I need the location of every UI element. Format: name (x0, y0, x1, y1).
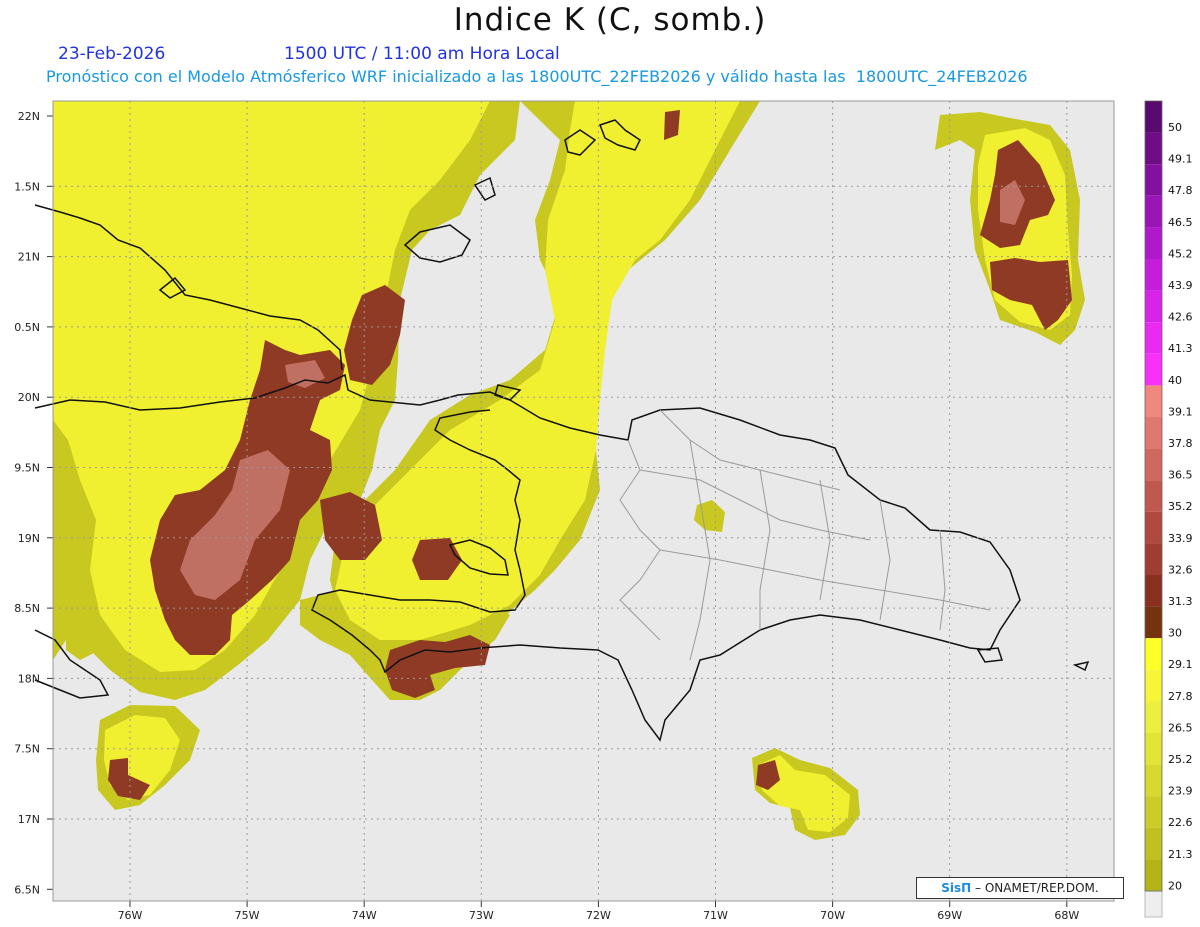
colorbar-label: 25.2 (1168, 753, 1193, 766)
colorbar-swatch (1145, 796, 1162, 828)
colorbar-swatch (1145, 827, 1162, 860)
colorbar-swatch (1145, 227, 1162, 259)
longitude-axis: 76W 75W 74W 73W 72W 71W 70W 69W 68W (118, 901, 1079, 922)
lon-label: 72W (586, 909, 611, 922)
colorbar-swatch (1145, 606, 1162, 639)
lat-label: 7.5N (14, 743, 40, 756)
colorbar-label: 21.3 (1168, 848, 1193, 861)
lat-label: 18N (18, 672, 40, 685)
colorbar-label: 30 (1168, 627, 1182, 640)
colorbar-label: 49.1 (1168, 153, 1193, 166)
colorbar-label: 37.8 (1168, 437, 1193, 450)
colorbar-swatch (1145, 353, 1162, 386)
lat-label: 0.5N (14, 321, 40, 334)
colorbar-label: 50 (1168, 121, 1182, 134)
colorbar-swatch (1145, 480, 1162, 512)
lat-label: 19N (18, 532, 40, 545)
colorbar-swatch (1145, 669, 1162, 702)
colorbar-swatch (1145, 385, 1162, 417)
colorbar-swatch (1145, 195, 1162, 228)
colorbar-swatch (1145, 259, 1162, 291)
lat-label: 20N (18, 391, 40, 404)
k-index-colorbar: 50 49.1 47.8 46.5 45.2 43.9 42.6 41.3 40 39.1 37.8… (1144, 100, 1193, 918)
colorbar-swatch (1145, 322, 1162, 354)
colorbar-label: 27.8 (1168, 690, 1193, 703)
colorbar-label: 23.9 (1168, 785, 1193, 798)
colorbar-swatch (1145, 638, 1162, 670)
colorbar-swatch (1145, 764, 1162, 797)
lon-label: 70W (820, 909, 845, 922)
colorbar-label: 20 (1168, 879, 1182, 892)
lon-label: 69W (937, 909, 962, 922)
credit-brand: SisΠ (941, 881, 972, 895)
colorbar-swatch (1145, 290, 1162, 323)
colorbar-label: 36.5 (1168, 469, 1193, 482)
colorbar-swatch (1145, 101, 1162, 133)
colorbar-label: 42.6 (1168, 311, 1193, 324)
colorbar-label: 31.3 (1168, 595, 1193, 608)
colorbar-label: 22.6 (1168, 816, 1193, 829)
latitude-axis: 22N 1.5N 21N 0.5N 20N 9.5N 19N 8.5N 18N 7.5N 17N 6.… (14, 110, 53, 896)
colorbar-swatch (1145, 417, 1162, 449)
colorbar-swatch (1145, 701, 1162, 733)
colorbar-label: 29.1 (1168, 658, 1193, 671)
colorbar-label: 35.2 (1168, 500, 1193, 513)
colorbar-label: 43.9 (1168, 279, 1193, 292)
lat-label: 17N (18, 813, 40, 826)
colorbar-label: 32.6 (1168, 563, 1193, 576)
lon-label: 76W (118, 909, 143, 922)
colorbar-swatch (1145, 511, 1162, 544)
lon-label: 74W (352, 909, 377, 922)
colorbar-label: 45.2 (1168, 247, 1193, 260)
colorbar-label: 47.8 (1168, 184, 1193, 197)
colorbar-label: 41.3 (1168, 342, 1193, 355)
colorbar-swatch (1145, 448, 1162, 481)
colorbar-swatch (1145, 164, 1162, 196)
lat-label: 9.5N (14, 462, 40, 475)
colorbar-swatch (1145, 575, 1162, 607)
lat-label: 22N (18, 110, 40, 123)
credit-box: SisΠ – ONAMET/REP.DOM. (916, 877, 1124, 899)
lat-label: 21N (18, 251, 40, 264)
colorbar-label: 26.5 (1168, 721, 1193, 734)
lat-label: 6.5N (14, 883, 40, 896)
colorbar-swatch (1145, 132, 1162, 165)
credit-org: – ONAMET/REP.DOM. (971, 881, 1099, 895)
lon-label: 73W (469, 909, 494, 922)
colorbar-label: 46.5 (1168, 216, 1193, 229)
lat-label: 8.5N (14, 602, 40, 615)
k-index-map: 22N 1.5N 21N 0.5N 20N 9.5N 19N 8.5N 18N 7.5N 17N 6.… (14, 100, 1193, 922)
lat-label: 1.5N (14, 180, 40, 193)
colorbar-swatch (1145, 733, 1162, 765)
colorbar-below-range (1144, 890, 1163, 918)
lon-label: 75W (235, 909, 260, 922)
colorbar-swatch (1145, 859, 1162, 891)
colorbar-swatch (1145, 543, 1162, 575)
lon-label: 71W (703, 909, 728, 922)
lon-label: 68W (1054, 909, 1079, 922)
colorbar-label: 39.1 (1168, 405, 1193, 418)
colorbar-label: 33.9 (1168, 532, 1193, 545)
colorbar-label: 40 (1168, 374, 1182, 387)
